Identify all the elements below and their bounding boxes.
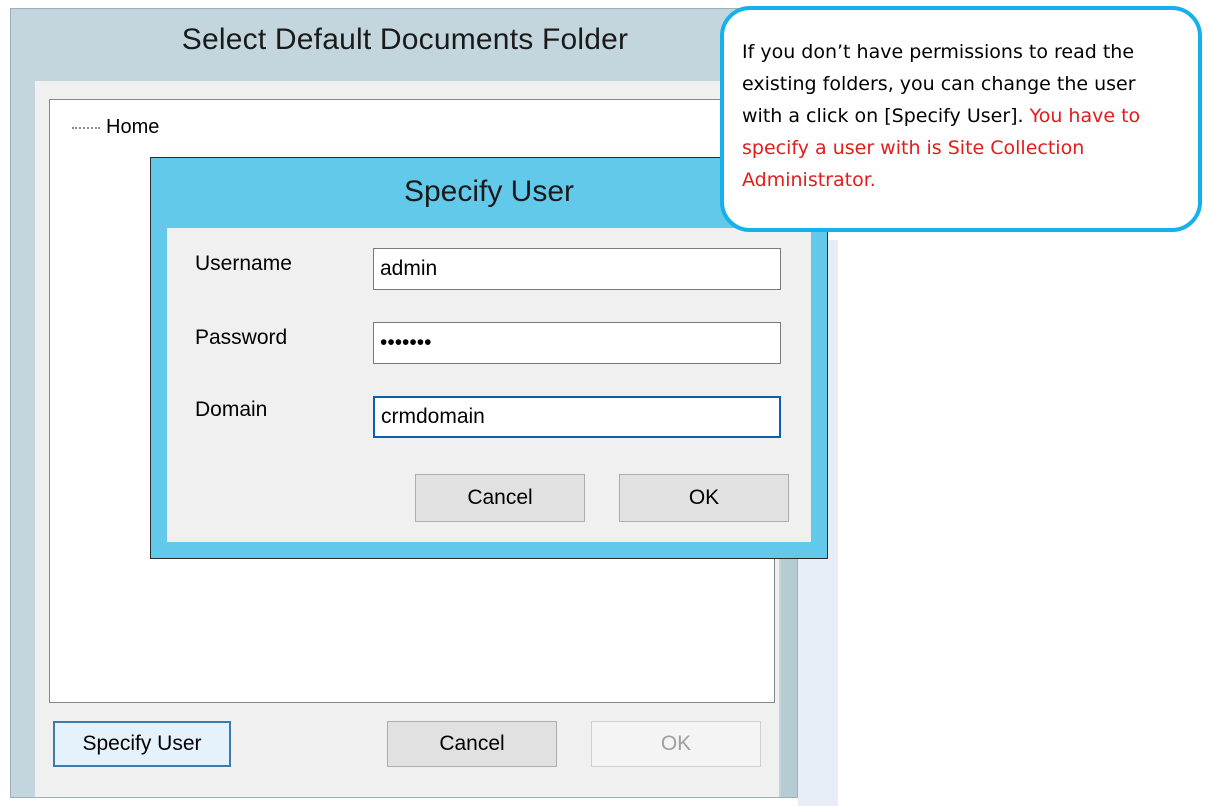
password-label: Password (195, 326, 288, 349)
help-callout: If you don’t have permissions to read th… (720, 6, 1202, 232)
tree-connector-line (72, 126, 100, 129)
select-folder-dialog-title: Select Default Documents Folder (181, 23, 629, 56)
username-input[interactable] (373, 248, 781, 290)
domain-label: Domain (195, 398, 268, 421)
outer-cancel-button[interactable]: Cancel (387, 721, 557, 767)
domain-input[interactable] (373, 396, 781, 438)
specify-user-ok-button[interactable]: OK (619, 474, 789, 522)
specify-user-button[interactable]: Specify User (53, 721, 231, 767)
outer-ok-button[interactable]: OK (591, 721, 761, 767)
specify-user-dialog-body: Username Password Domain Cancel OK (167, 228, 811, 542)
username-label: Username (195, 252, 292, 275)
tree-node-home[interactable]: Home (72, 116, 159, 139)
specify-user-cancel-button[interactable]: Cancel (415, 474, 585, 522)
tree-node-label: Home (106, 116, 160, 138)
password-input[interactable] (373, 322, 781, 364)
